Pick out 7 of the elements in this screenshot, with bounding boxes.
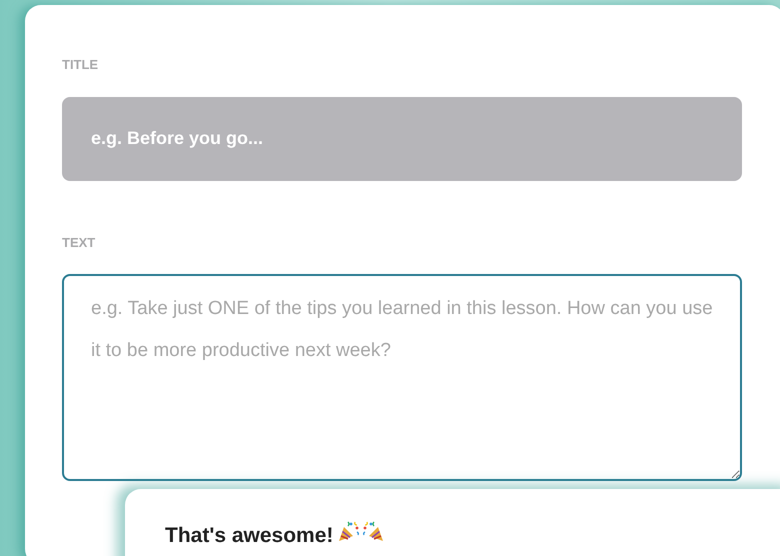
text-label: TEXT xyxy=(62,234,96,252)
party-popper-icon xyxy=(337,519,362,543)
party-popper-icon xyxy=(361,519,386,543)
title-input-field[interactable]: e.g. Before you go... xyxy=(62,96,742,180)
text-input-field[interactable]: e.g. Take just ONE of the tips you learned in this lesson. How can you use it to be more productive next week? xyxy=(62,274,742,481)
title-label: TITLE xyxy=(62,56,100,74)
popup-heading: That's awesome! xyxy=(165,525,334,547)
